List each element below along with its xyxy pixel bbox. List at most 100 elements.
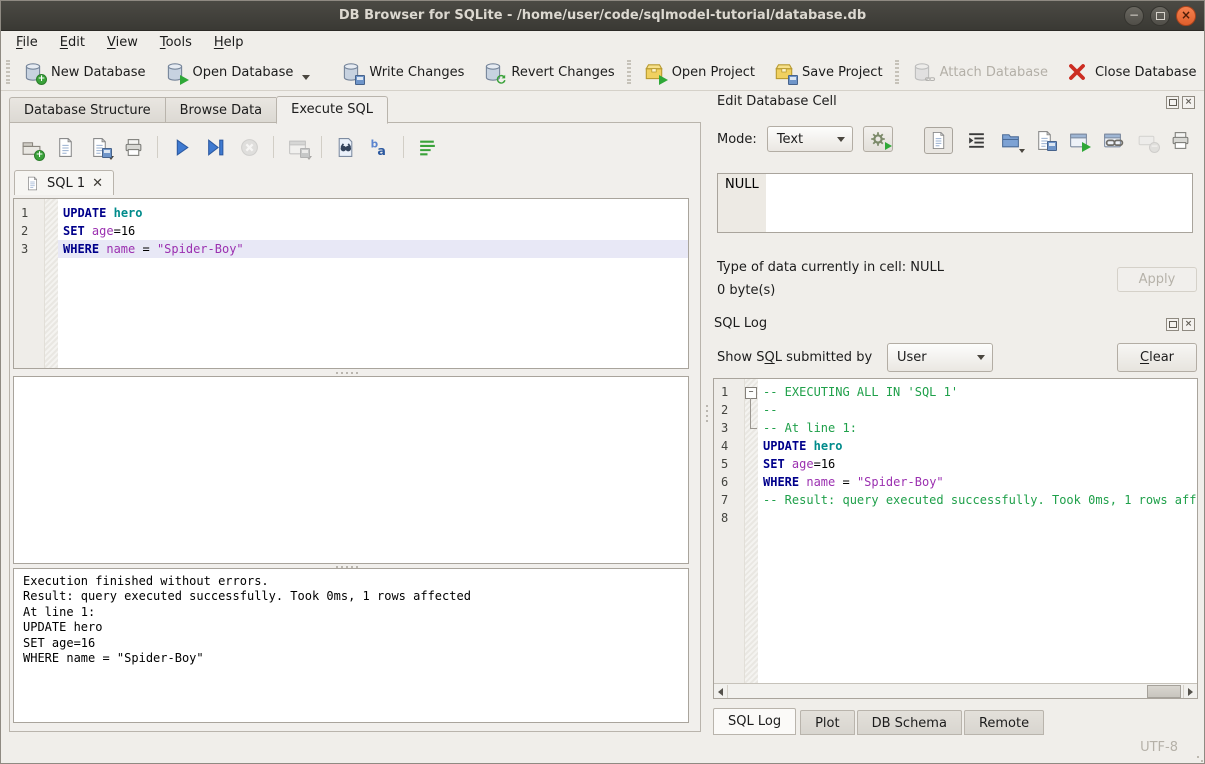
mode-label: Mode:	[717, 132, 757, 147]
vertical-splitter[interactable]	[704, 405, 710, 422]
write-changes-button[interactable]: Write Changes	[331, 57, 473, 87]
scrollbar-thumb[interactable]	[1147, 685, 1181, 698]
mode-combobox[interactable]: Text	[767, 126, 853, 152]
execute-all-icon[interactable]	[171, 137, 192, 158]
auto-apply-button[interactable]	[863, 126, 893, 152]
open-database-button[interactable]: Open Database	[155, 57, 320, 87]
cell-size-info: 0 byte(s)	[717, 283, 775, 298]
revert-changes-button[interactable]: Revert Changes	[473, 57, 623, 87]
float-icon[interactable]	[1166, 318, 1179, 331]
code-line: 1UPDATE hero	[14, 204, 688, 222]
word-wrap-icon[interactable]	[417, 137, 438, 158]
text-mode-icon[interactable]	[924, 127, 953, 154]
save-project-button[interactable]: Save Project	[764, 57, 892, 87]
save-sql-file-icon[interactable]	[89, 137, 110, 158]
open-project-icon	[643, 61, 665, 83]
menu-tools[interactable]: Tools	[149, 32, 203, 53]
scroll-right-icon[interactable]	[1183, 685, 1197, 698]
encoding-indicator[interactable]: UTF-8	[1140, 740, 1178, 755]
open-sql-file-icon[interactable]	[55, 137, 76, 158]
log-filter-value: User	[897, 350, 927, 365]
export-icon[interactable]	[1034, 130, 1055, 151]
close-database-icon	[1066, 61, 1088, 83]
close-database-label: Close Database	[1095, 65, 1197, 80]
cell-mode-row: Mode: Text	[717, 126, 893, 152]
close-icon[interactable]: ×	[1182, 96, 1195, 109]
code-line: 3WHERE name = "Spider-Boy"	[14, 240, 688, 258]
sql-1-tab[interactable]: SQL 1 ✕	[14, 170, 114, 195]
menu-edit[interactable]: Edit	[49, 32, 96, 53]
chevron-down-icon	[977, 355, 985, 360]
import-icon[interactable]	[1000, 130, 1021, 151]
cell-value: NULL	[725, 177, 759, 192]
open-external-icon[interactable]	[1068, 130, 1089, 151]
sql-editor[interactable]: 1UPDATE hero2SET age=163WHERE name = "Sp…	[13, 198, 689, 369]
tab-database-structure[interactable]: Database Structure	[9, 97, 165, 123]
tab-db-schema[interactable]: DB Schema	[857, 710, 962, 735]
log-filter-label: Show SQL submitted by	[717, 350, 872, 365]
link-icon[interactable]	[1102, 130, 1123, 151]
scroll-left-icon[interactable]	[714, 685, 728, 698]
toolbar-grip[interactable]	[6, 60, 10, 84]
main-tab-bar: Database Structure Browse Data Execute S…	[9, 96, 388, 123]
print-icon[interactable]	[123, 137, 144, 158]
toolbar-grip[interactable]	[895, 60, 899, 84]
apply-button[interactable]: Apply	[1117, 267, 1197, 292]
open-database-menu-caret[interactable]	[302, 75, 310, 80]
new-database-icon: +	[22, 61, 44, 83]
tab-remote[interactable]: Remote	[964, 710, 1044, 735]
write-changes-icon	[340, 61, 362, 83]
revert-changes-label: Revert Changes	[511, 65, 614, 80]
menu-view[interactable]: View	[96, 32, 149, 53]
toolbar-separator	[273, 136, 274, 158]
open-database-icon	[164, 61, 186, 83]
execute-current-line-icon[interactable]	[205, 137, 226, 158]
clear-button[interactable]: Clear	[1117, 343, 1197, 372]
log-horizontal-scrollbar[interactable]	[714, 683, 1197, 698]
print-icon[interactable]	[1170, 130, 1191, 151]
new-database-button[interactable]: + New Database	[13, 57, 155, 87]
open-project-button[interactable]: Open Project	[634, 57, 764, 87]
app-window: DB Browser for SQLite - /home/user/code/…	[0, 0, 1205, 764]
sql-tab-bar: SQL 1 ✕	[14, 170, 114, 195]
attach-database-button[interactable]: Attach Database	[902, 57, 1057, 87]
word-wrap-icon[interactable]	[966, 130, 987, 151]
stop-icon[interactable]	[239, 137, 260, 158]
sql-tab-close-icon[interactable]: ✕	[92, 177, 103, 190]
save-results-icon[interactable]	[287, 137, 308, 158]
revert-changes-icon	[482, 61, 504, 83]
set-null-icon[interactable]: −	[1136, 130, 1157, 151]
find-icon[interactable]	[335, 137, 356, 158]
close-icon[interactable]: ×	[1182, 318, 1195, 331]
minimize-button[interactable]: −	[1124, 6, 1144, 26]
maximize-button[interactable]	[1150, 6, 1170, 26]
log-filter-combobox[interactable]: User	[887, 343, 993, 372]
horizontal-splitter[interactable]	[1, 371, 693, 375]
menu-help[interactable]: Help	[203, 32, 255, 53]
sql-tab-label: SQL 1	[47, 176, 85, 191]
sql-editor-toolbar: +	[21, 133, 438, 161]
close-database-button[interactable]: Close Database	[1057, 57, 1205, 87]
code-line: 5SET age=16	[714, 455, 1197, 473]
title-bar[interactable]: DB Browser for SQLite - /home/user/code/…	[1, 1, 1204, 31]
code-line: 2SET age=16	[14, 222, 688, 240]
float-icon[interactable]	[1166, 96, 1179, 109]
tab-browse-data[interactable]: Browse Data	[165, 97, 277, 123]
tab-sql-log[interactable]: SQL Log	[713, 708, 796, 735]
cell-value-editor[interactable]: NULL	[717, 173, 1193, 233]
open-project-label: Open Project	[672, 65, 755, 80]
execution-messages: Execution finished without errors. Resul…	[13, 568, 689, 723]
sql-log-panel-title: SQL Log	[714, 316, 767, 331]
tab-plot[interactable]: Plot	[800, 710, 855, 735]
toolbar-grip[interactable]	[627, 60, 631, 84]
auto-format-icon[interactable]	[369, 137, 390, 158]
save-project-label: Save Project	[802, 65, 883, 80]
close-button[interactable]: ×	[1176, 6, 1196, 26]
mode-value: Text	[777, 132, 803, 147]
open-tab-icon[interactable]: +	[21, 137, 42, 158]
tab-execute-sql[interactable]: Execute SQL	[276, 96, 388, 124]
menu-file[interactable]: File	[5, 32, 49, 53]
resize-grip[interactable]	[1197, 756, 1199, 758]
code-line: 2--	[714, 401, 1197, 419]
save-project-icon	[773, 61, 795, 83]
